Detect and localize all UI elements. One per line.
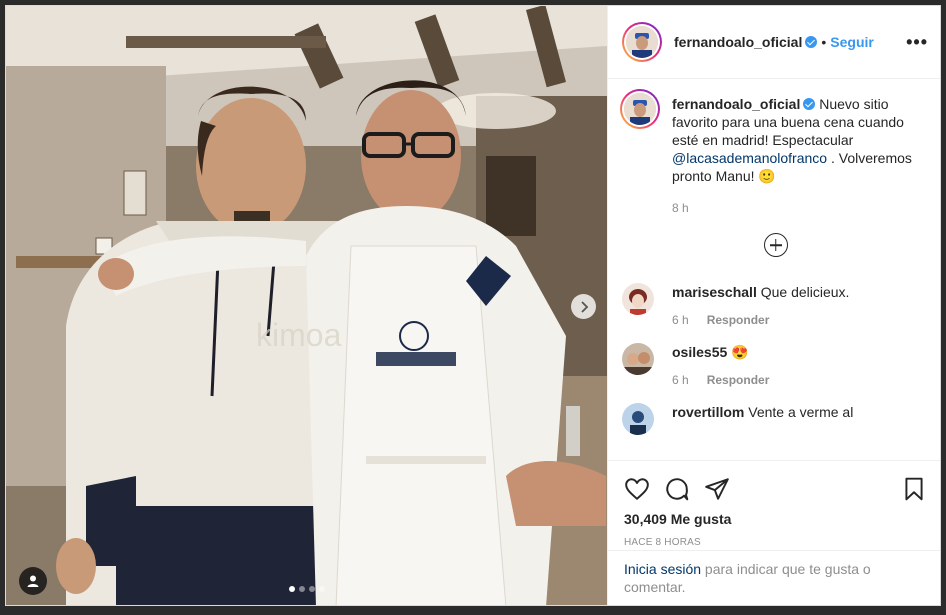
photo-image: kimoa [6, 6, 607, 605]
comment-item: osiles55 😍 6 h Responder [622, 343, 929, 387]
carousel-dot [309, 586, 315, 592]
author-avatar[interactable] [622, 22, 662, 62]
login-prompt: Inicia sesión para indicar que te gusta … [608, 550, 940, 605]
login-link[interactable]: Inicia sesión [624, 561, 701, 577]
avatar-photo [622, 343, 654, 375]
ellipsis-icon[interactable]: ••• [906, 32, 928, 53]
chevron-right-icon [580, 300, 588, 313]
avatar-photo [624, 93, 656, 125]
header-separator: • [821, 34, 827, 50]
commenter-avatar[interactable] [622, 283, 654, 315]
heart-icon[interactable] [624, 476, 650, 502]
comment-icon[interactable] [664, 476, 690, 502]
post-photo[interactable]: kimoa [6, 6, 607, 605]
verified-icon [803, 98, 816, 110]
post-actions: 30,409 Me gusta HACE 8 HORAS [608, 460, 940, 548]
caption: fernandoalo_oficial Nuevo sitio favorito… [620, 89, 929, 215]
caption-username[interactable]: fernandoalo_oficial [672, 96, 800, 112]
comments-list[interactable]: fernandoalo_oficial Nuevo sitio favorito… [608, 79, 940, 460]
comment-time: 6 h [672, 373, 689, 387]
comment-item: rovertillom Vente a verme al [622, 403, 929, 435]
bookmark-icon[interactable] [901, 476, 927, 502]
user-tag-button[interactable] [19, 567, 47, 595]
commenter-avatar[interactable] [622, 343, 654, 375]
carousel-dot [299, 586, 305, 592]
svg-text:kimoa: kimoa [256, 317, 342, 353]
reply-button[interactable]: Responder [707, 373, 770, 387]
carousel-indicator [289, 586, 325, 592]
post-sidebar: fernandoalo_oficial • Seguir ••• fernand… [607, 6, 940, 605]
caption-mention[interactable]: @lacasademanolofranco [672, 150, 827, 166]
carousel-dot [289, 586, 295, 592]
avatar-photo [622, 403, 654, 435]
author-username[interactable]: fernandoalo_oficial [674, 34, 802, 50]
comment-username[interactable]: mariseschall [672, 284, 757, 300]
verified-icon [805, 36, 818, 48]
avatar-photo [622, 283, 654, 315]
comment-username[interactable]: osiles55 [672, 344, 727, 360]
carousel-dot [319, 586, 325, 592]
share-icon[interactable] [704, 476, 730, 502]
comment-item: mariseschall Que delicieux. 6 h Responder [622, 283, 929, 327]
comment-text: Vente a verme al [744, 404, 854, 420]
follow-button[interactable]: Seguir [830, 34, 874, 50]
comment-username[interactable]: rovertillom [672, 404, 744, 420]
reply-button[interactable]: Responder [707, 313, 770, 327]
commenter-avatar[interactable] [622, 403, 654, 435]
post-time: HACE 8 HORAS [624, 537, 701, 548]
comment-text: 😍 [727, 344, 749, 360]
comment-text: Que delicieux. [756, 284, 850, 300]
caption-time: 8 h [672, 201, 689, 215]
add-comment-icon[interactable] [763, 233, 788, 257]
user-tag-icon [27, 575, 39, 587]
avatar-photo [626, 26, 658, 58]
carousel-next-button[interactable] [571, 294, 596, 319]
like-count[interactable]: 30,409 Me gusta [624, 511, 927, 527]
post-modal: kimoa fernandoalo_oficial • Seguir ••• f… [5, 5, 941, 606]
comment-time: 6 h [672, 313, 689, 327]
post-header: fernandoalo_oficial • Seguir ••• [608, 6, 940, 79]
caption-avatar[interactable] [620, 89, 660, 129]
